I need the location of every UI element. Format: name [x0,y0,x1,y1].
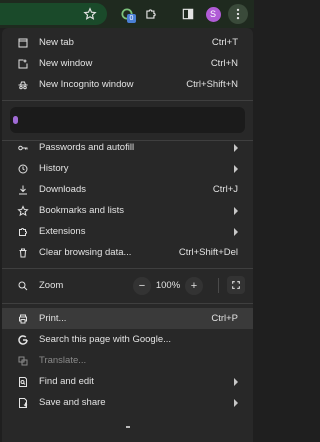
incognito-icon [16,78,30,92]
fullscreen-icon[interactable] [227,276,245,294]
menu-label: History [39,163,69,174]
menu-label: New Incognito window [39,79,134,90]
find-icon [16,375,30,389]
divider [2,100,253,101]
menu-item-new-tab[interactable]: New tab Ctrl+T [2,32,253,53]
chevron-right-icon [234,227,238,236]
menu-item-search-google[interactable]: Search this page with Google... [2,329,253,350]
menu-label: Extensions [39,226,86,237]
new-tab-icon [16,36,30,50]
menu-label: Clear browsing data... [39,247,132,258]
download-icon [16,183,30,197]
profile-avatar[interactable]: S [203,4,223,24]
divider [218,278,219,293]
menu-label: Translate... [39,355,87,366]
menu-item-find-edit[interactable]: Find and edit [2,371,253,392]
chrome-main-menu: New tab Ctrl+T New window Ctrl+N New Inc… [2,28,253,442]
puzzle-icon [16,225,30,239]
menu-shortcut: Ctrl+N [210,58,238,69]
menu-shortcut: Ctrl+T [211,37,238,48]
menu-label: New tab [39,37,74,48]
menu-shortcut: Ctrl+J [212,184,238,195]
menu-item-zoom: Zoom − 100% + [2,275,253,296]
zoom-value: 100% [155,280,181,291]
menu-item-bookmarks[interactable]: Bookmarks and lists [2,200,253,221]
translate-icon [16,354,30,368]
history-icon [16,162,30,176]
trash-icon [16,246,30,260]
chevron-right-icon [234,206,238,215]
puzzle-icon[interactable] [141,4,161,24]
google-g-icon [16,333,30,347]
menu-label: Print... [39,313,67,324]
menu-item-downloads[interactable]: Downloads Ctrl+J [2,179,253,200]
menu-label: Find and edit [39,376,94,387]
browser-toolbar: 0 S [0,0,254,28]
star-icon [16,204,30,218]
new-window-icon [16,57,30,71]
divider [2,268,253,269]
chevron-right-icon [234,164,238,173]
menu-item-history[interactable]: History [2,158,253,179]
menu-label: Downloads [39,184,86,195]
menu-item-print[interactable]: Print... Ctrl+P [2,308,253,329]
divider [2,303,253,304]
zoom-icon [16,279,30,293]
menu-item-translate: Translate... [2,350,253,371]
print-icon [16,312,30,326]
zoom-control: − 100% + [133,275,203,296]
side-panel-icon[interactable] [178,4,198,24]
menu-item-clear-data[interactable]: Clear browsing data... Ctrl+Shift+Del [2,242,253,263]
extension-badge-count: 0 [127,14,136,23]
key-icon [16,141,30,155]
menu-label: New window [39,58,93,69]
menu-item-new-window[interactable]: New window Ctrl+N [2,53,253,74]
chevron-right-icon [234,398,238,407]
menu-label: Bookmarks and lists [39,205,125,216]
menu-item-extensions[interactable]: Extensions [2,221,253,242]
menu-item-save-share[interactable]: Save and share [2,392,253,413]
zoom-out-button[interactable]: − [133,276,151,295]
menu-label: Search this page with Google... [39,334,172,345]
bookmark-star-icon[interactable] [80,4,100,24]
extension-badge-icon[interactable]: 0 [117,4,137,24]
scroll-indicator[interactable] [126,426,130,428]
menu-label: Passwords and autofill [39,142,135,153]
menu-shortcut: Ctrl+Shift+Del [178,247,238,258]
profile-initial: S [205,6,221,22]
chevron-right-icon [234,143,238,152]
menu-shortcut: Ctrl+P [211,313,238,324]
zoom-in-button[interactable]: + [185,276,203,295]
profile-row[interactable] [10,107,245,133]
menu-label: Zoom [39,280,64,291]
menu-item-passwords[interactable]: Passwords and autofill [2,137,253,158]
menu-shortcut: Ctrl+Shift+N [186,79,238,90]
kebab-menu-icon[interactable] [228,4,248,24]
profile-color-dot [13,116,18,124]
chevron-right-icon [234,377,238,386]
menu-label: Save and share [39,397,106,408]
menu-item-new-incognito[interactable]: New Incognito window Ctrl+Shift+N [2,74,253,95]
save-share-icon [16,396,30,410]
